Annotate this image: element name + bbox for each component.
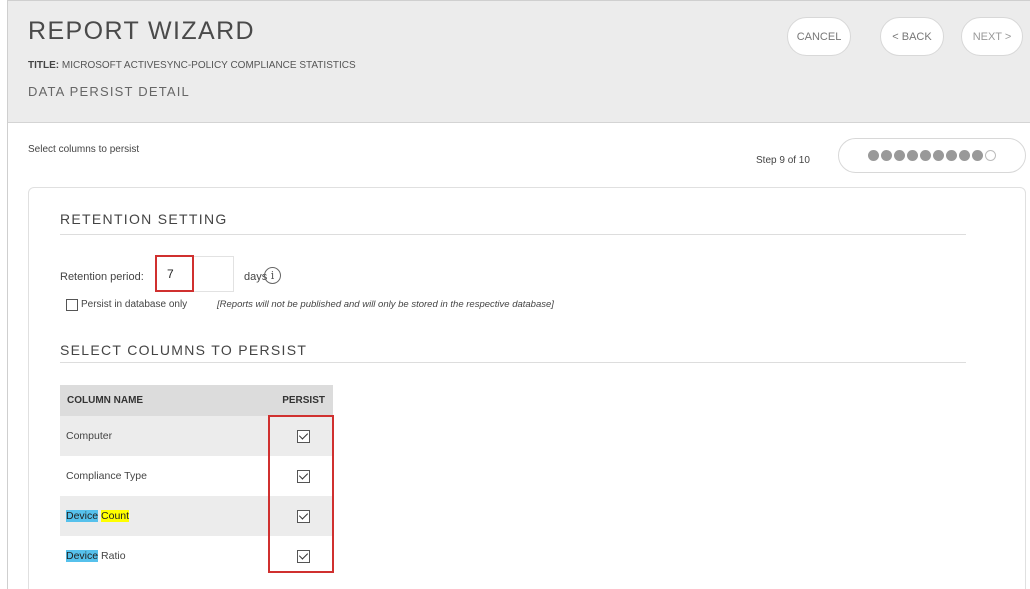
cancel-button[interactable]: CANCEL (787, 17, 851, 56)
progress-dot (894, 150, 905, 161)
persist-checkbox[interactable] (296, 469, 310, 483)
progress-dot (920, 150, 931, 161)
progress-dot (959, 150, 970, 161)
page-subtitle: DATA PERSIST DETAIL (28, 84, 190, 99)
persist-db-only-checkbox[interactable] (66, 299, 78, 311)
step-counter: Step 9 of 10 (756, 155, 810, 166)
search-highlight: Device (66, 510, 99, 522)
table-row: Compliance Type (60, 456, 333, 496)
retention-period-input[interactable] (155, 256, 234, 292)
column-name-cell: Device Count (60, 496, 273, 536)
table-row: Computer (60, 416, 333, 456)
persist-checkbox[interactable] (296, 429, 310, 443)
section-divider (60, 234, 966, 235)
wizard-frame: REPORT WIZARD TITLE: MICROSOFT ACTIVESYN… (7, 0, 1030, 589)
info-icon[interactable]: i (264, 267, 281, 284)
table-row: Device Ratio (60, 536, 333, 576)
retention-period-label: Retention period: (60, 271, 144, 283)
persist-db-only-label: Persist in database only (81, 299, 188, 310)
progress-dot (868, 150, 879, 161)
search-highlight: Count (101, 510, 130, 522)
table-row: Device Count (60, 496, 333, 536)
report-title: TITLE: MICROSOFT ACTIVESYNC-POLICY COMPL… (28, 60, 356, 71)
column-name-header: COLUMN NAME (60, 385, 273, 416)
back-button[interactable]: < BACK (880, 17, 944, 56)
step-instruction: Select columns to persist (28, 144, 140, 155)
column-name-cell: Compliance Type (66, 470, 147, 482)
wizard-header: REPORT WIZARD TITLE: MICROSOFT ACTIVESYN… (8, 1, 1030, 123)
progress-dot (946, 150, 957, 161)
progress-dot (985, 150, 996, 161)
columns-table: COLUMN NAME PERSIST Computer Compliance … (60, 385, 333, 576)
table-header-row: COLUMN NAME PERSIST (60, 385, 333, 416)
report-title-value: MICROSOFT ACTIVESYNC-POLICY COMPLIANCE S… (61, 60, 356, 71)
wizard-title: REPORT WIZARD (28, 17, 256, 45)
progress-dot (933, 150, 944, 161)
retention-heading: RETENTION SETTING (60, 211, 228, 227)
step-progress-indicator (838, 138, 1026, 173)
column-name-cell: Device Ratio (60, 536, 273, 576)
persist-header: PERSIST (273, 385, 333, 416)
search-highlight: Device (66, 550, 99, 562)
section-divider (60, 362, 966, 363)
next-button[interactable]: NEXT > (961, 17, 1023, 56)
progress-dot (881, 150, 892, 161)
column-name-text: Ratio (101, 550, 126, 562)
select-columns-heading: SELECT COLUMNS TO PERSIST (60, 342, 308, 358)
persist-checkbox[interactable] (296, 549, 310, 563)
column-name-cell: Computer (60, 416, 273, 456)
persist-db-only-note: [Reports will not be published and will … (217, 299, 554, 310)
progress-dot (972, 150, 983, 161)
progress-dot (907, 150, 918, 161)
report-title-label: TITLE: (28, 60, 60, 71)
persist-checkbox[interactable] (296, 509, 310, 523)
